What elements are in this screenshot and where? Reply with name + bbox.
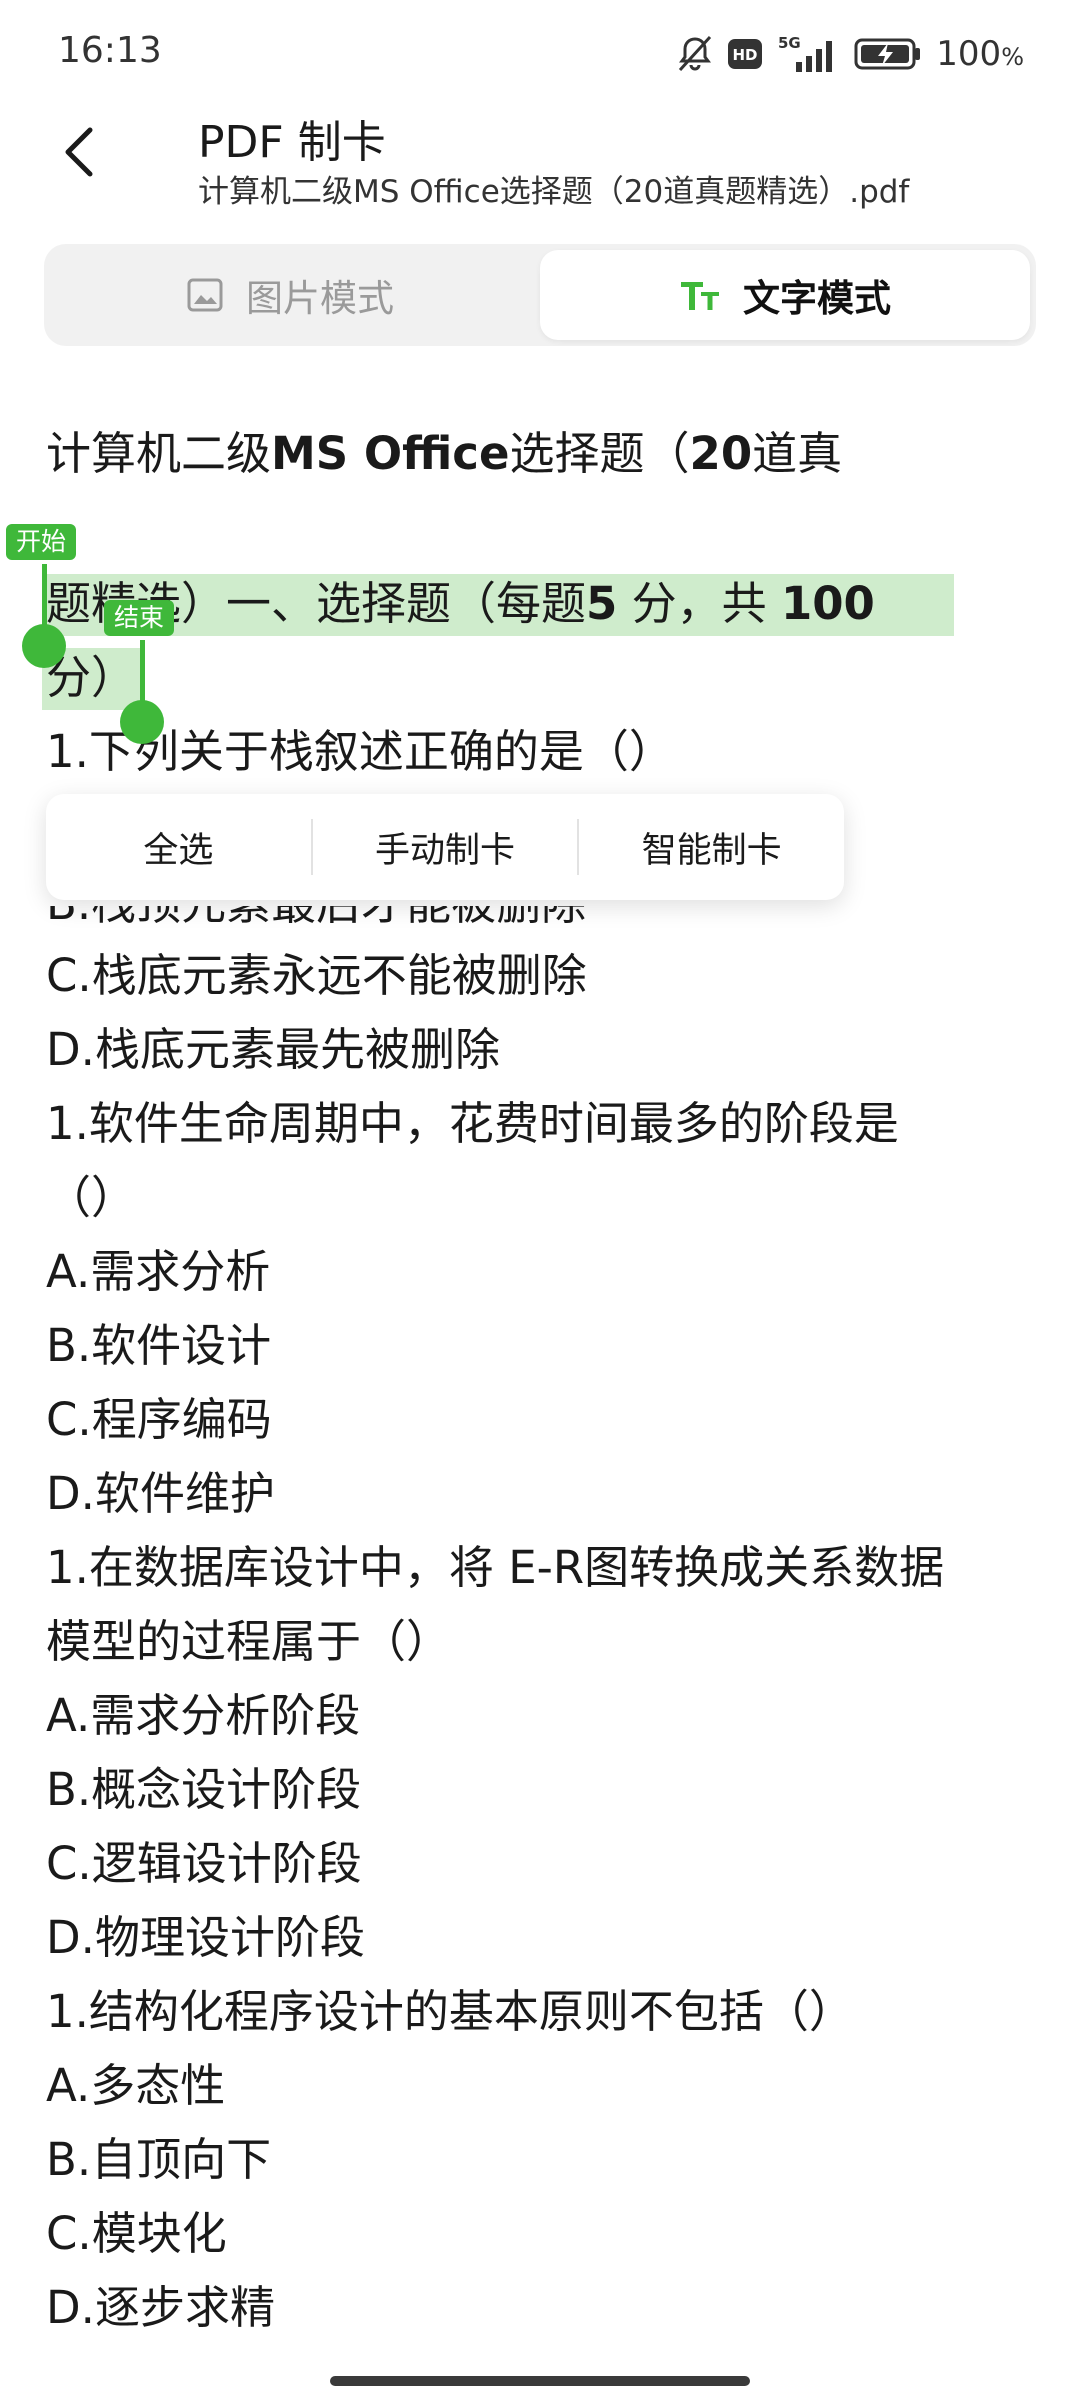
question-4-option-a: A.多态性 [46, 2059, 226, 2112]
question-3: 1.在数据库设计中，将 E-R图转换成关系数据 [46, 1541, 945, 1594]
question-3-cont: 模型的过程属于（） [46, 1615, 452, 1668]
question-3-option-c: C.逻辑设计阶段 [46, 1837, 362, 1890]
selection-context-menu: 全选 手动制卡 智能制卡 [46, 794, 844, 900]
bell-off-icon [679, 35, 712, 72]
question-1-option-d: D.栈底元素最先被删除 [46, 1023, 500, 1076]
doc-title-line: 计算机二级MS Office选择题（20道真 [46, 427, 843, 480]
selection-start-label: 开始 [6, 524, 77, 560]
question-3-option-d: D.物理设计阶段 [46, 1911, 365, 1964]
tab-image-mode[interactable]: 图片模式 [50, 250, 530, 340]
question-3-option-b: B.概念设计阶段 [46, 1763, 362, 1816]
page-title: PDF 制卡 [198, 117, 386, 168]
home-indicator[interactable] [330, 2376, 750, 2386]
tab-image-mode-label: 图片模式 [246, 277, 394, 320]
mode-toggle: 图片模式 文字模式 [44, 244, 1036, 346]
hd-icon: HD [728, 39, 763, 69]
selection-end-label: 结束 [104, 600, 175, 636]
manual-card-button[interactable]: 手动制卡 [313, 822, 578, 873]
question-2-option-d: D.软件维护 [46, 1467, 275, 1520]
question-1-option-c: C.栈底元素永远不能被删除 [46, 949, 587, 1002]
battery-level: 100% [936, 34, 1024, 74]
question-4-option-c: C.模块化 [46, 2207, 227, 2260]
image-icon [187, 278, 223, 312]
file-name: 计算机二级MS Office选择题（20道真题精选）.pdf [198, 174, 910, 210]
question-2-option-b: B.软件设计 [46, 1319, 272, 1372]
network-type: 5G [778, 34, 801, 52]
selection-start-handle[interactable] [22, 624, 66, 668]
chevron-left-icon [65, 127, 93, 177]
question-2: 1.软件生命周期中，花费时间最多的阶段是 [46, 1097, 899, 1150]
smart-card-button[interactable]: 智能制卡 [579, 822, 844, 873]
status-bar: 16:13 HD 5G 100% [0, 0, 1080, 104]
status-time: 16:13 [58, 30, 162, 71]
text-size-icon [681, 282, 719, 310]
battery-charging-icon [854, 38, 921, 70]
question-2-cont: （） [46, 1171, 137, 1224]
question-3-option-a: A.需求分析阶段 [46, 1689, 361, 1742]
signal-5g-icon: 5G [778, 34, 833, 72]
question-2-option-c: C.程序编码 [46, 1393, 272, 1446]
question-4-option-d: D.逐步求精 [46, 2281, 275, 2334]
hd-text: HD [733, 46, 758, 64]
back-button[interactable] [44, 116, 116, 188]
selection-end-handle[interactable] [120, 700, 164, 744]
status-icons: HD 5G 100% [676, 30, 1024, 78]
select-all-button[interactable]: 全选 [46, 822, 311, 873]
tab-text-mode-label: 文字模式 [743, 277, 891, 320]
question-4: 1.结构化程序设计的基本原则不包括（） [46, 1985, 854, 2038]
question-4-option-b: B.自顶向下 [46, 2133, 272, 2186]
question-2-option-a: A.需求分析 [46, 1245, 271, 1298]
tab-text-mode[interactable]: 文字模式 [540, 250, 1030, 340]
